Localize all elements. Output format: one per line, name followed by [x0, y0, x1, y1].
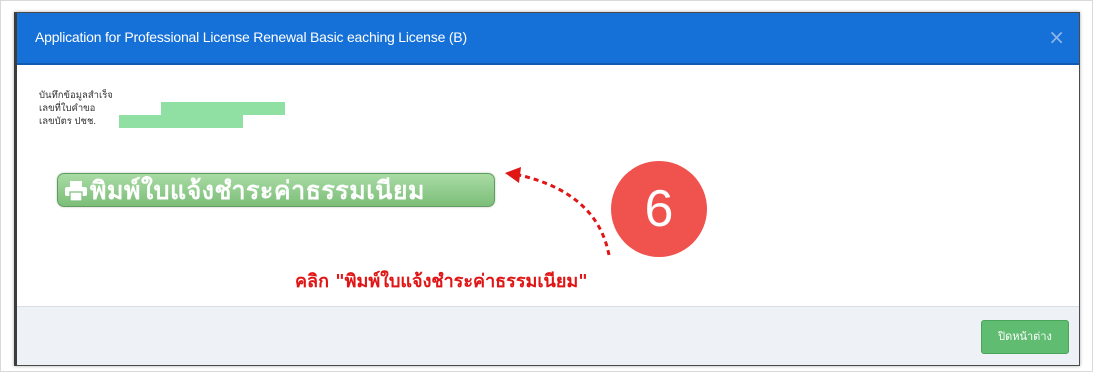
result-info: บันทึกข้อมูลสำเร็จ เลขที่ใบคำขอ เลขบัตร … — [39, 90, 285, 129]
step-number-badge: 6 — [611, 161, 707, 257]
id-number-row: เลขบัตร ปชช. — [39, 115, 243, 129]
print-button-label: พิมพ์ใบแจ้งชำระค่าธรรมเนียม — [90, 176, 425, 205]
screenshot-frame: Application for Professional License Ren… — [0, 0, 1093, 372]
id-number-value — [119, 115, 243, 128]
modal-header: Application for Professional License Ren… — [17, 13, 1079, 65]
close-icon[interactable]: × — [1048, 25, 1065, 49]
license-renewal-modal: Application for Professional License Ren… — [14, 12, 1080, 366]
close-window-button[interactable]: ปิดหน้าต่าง — [981, 320, 1069, 354]
printer-icon — [64, 180, 88, 202]
modal-footer: ปิดหน้าต่าง — [17, 306, 1079, 365]
success-message: บันทึกข้อมูลสำเร็จ — [39, 90, 113, 101]
instruction-text: คลิก "พิมพ์ใบแจ้งชำระค่าธรรมเนียม" — [295, 271, 588, 292]
pointer-arrow — [505, 167, 611, 256]
reference-number-label: เลขที่ใบคำขอ — [39, 103, 96, 114]
reference-number-row: เลขที่ใบคำขอ — [39, 102, 285, 116]
reference-number-value — [161, 102, 285, 115]
id-number-label: เลขบัตร ปชช. — [39, 116, 97, 127]
modal-title: Application for Professional License Ren… — [35, 29, 467, 45]
print-payment-slip-button[interactable]: พิมพ์ใบแจ้งชำระค่าธรรมเนียม — [57, 173, 495, 207]
